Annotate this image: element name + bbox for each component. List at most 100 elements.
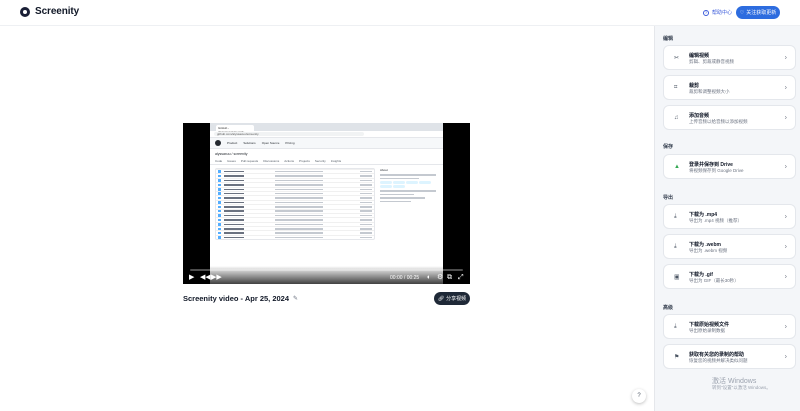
top-bar: Screenity ? 帮助中心 ♡ 关注获取更新 xyxy=(0,0,800,26)
card-title: 添加音频 xyxy=(689,113,710,119)
browser-url: github.com/alyssaxuu/screenity xyxy=(214,132,364,136)
help-center-link[interactable]: ? 帮助中心 xyxy=(703,9,732,16)
gh-tab: Actions xyxy=(284,159,295,163)
text-line xyxy=(275,219,323,221)
logo[interactable]: Screenity xyxy=(20,6,79,17)
follow-button[interactable]: ♡ 关注获取更新 xyxy=(736,6,780,19)
video-frame: GitHub - alyssaxuu/screenity github.com/… xyxy=(210,123,443,284)
card-subtitle: 上传音频以给音频以添加视频 xyxy=(689,119,748,124)
chevron-right-icon: › xyxy=(784,114,787,121)
text-line xyxy=(224,188,244,190)
download-gif-card[interactable]: ▣ 下载为 .gif 导出为 GIF（最长30秒） › xyxy=(663,264,796,289)
text-line xyxy=(224,214,244,217)
recording-help-card[interactable]: ⚑ 获取有关您的录制的帮助 恢复您的视频并解决类似问题 › xyxy=(663,344,796,369)
text-line xyxy=(360,170,372,173)
card-subtitle: 导出原始录制数据 xyxy=(689,328,725,333)
video-title[interactable]: Screenity video - Apr 25, 2024 xyxy=(183,294,289,303)
settings-gear-icon[interactable]: ⚙ xyxy=(437,274,443,281)
text-line xyxy=(275,201,323,204)
save-to-drive-card[interactable]: ▲ 登录并保存到 Drive 将视频保存到 Google Drive › xyxy=(663,154,796,179)
card-subtitle: 恢复您的视频并解决类似问题 xyxy=(689,358,748,363)
download-icon: ⤓ xyxy=(674,323,677,329)
text-line xyxy=(360,214,372,217)
chevron-right-icon: › xyxy=(784,213,787,220)
card-title: 下载为 .webm xyxy=(689,242,721,248)
text-line xyxy=(224,219,244,221)
music-icon: ♫ xyxy=(674,114,679,121)
screenity-logo-icon xyxy=(20,6,30,17)
github-file-list xyxy=(215,168,375,241)
text-line xyxy=(224,206,244,208)
help-button[interactable]: ? xyxy=(632,389,646,403)
text-line xyxy=(224,236,244,239)
text-line xyxy=(360,236,372,239)
edit-video-card[interactable]: ✂ 编辑视频 剪辑、剪裁或静音视频 › xyxy=(663,45,796,70)
help-circle-icon: ? xyxy=(703,9,709,16)
chevron-right-icon: › xyxy=(784,323,787,330)
question-icon: ? xyxy=(637,393,641,399)
text-line xyxy=(275,170,323,173)
folder-icon xyxy=(218,188,221,191)
forward-icon[interactable]: ▶▶ xyxy=(211,274,222,281)
folder-icon xyxy=(218,196,221,200)
card-title: 下载为 .gif xyxy=(689,272,713,278)
gh-nav-solutions: Solutions xyxy=(243,141,256,145)
text-line xyxy=(360,228,372,230)
time-total: 00:25 xyxy=(406,275,420,281)
download-raw-card[interactable]: ⤓ 下载原始视频文件 导出原始录制数据 › xyxy=(663,314,796,339)
text-line xyxy=(380,177,420,179)
text-line xyxy=(360,179,372,182)
add-audio-card[interactable]: ♫ 添加音频 上传音频以给音频以添加视频 › xyxy=(663,105,796,130)
gh-nav-pricing: Pricing xyxy=(285,141,295,145)
pencil-icon[interactable]: ✎ xyxy=(293,295,298,302)
gh-tab: Pull requests xyxy=(240,159,259,163)
volume-icon[interactable]: ◖ xyxy=(426,274,430,281)
text-line xyxy=(224,175,244,177)
text-line xyxy=(380,197,425,199)
text-line xyxy=(224,201,244,204)
text-line xyxy=(275,179,323,182)
chevron-right-icon: › xyxy=(784,163,787,170)
text-line xyxy=(224,223,244,226)
video-controls: ▶ ◀◀ ▶▶ 00:00 / 00:25 ◖ ⚙ ⧉ ⤢ xyxy=(183,266,470,284)
video-progress-bar[interactable] xyxy=(190,269,463,271)
text-line xyxy=(275,236,323,239)
link-icon: 🔗︎ xyxy=(437,295,445,302)
video-player[interactable]: GitHub - alyssaxuu/screenity github.com/… xyxy=(183,123,470,284)
text-line xyxy=(360,206,372,208)
text-line xyxy=(360,219,372,221)
picture-in-picture-icon[interactable]: ⧉ xyxy=(447,274,452,281)
section-title-save: 保存 xyxy=(663,144,674,150)
download-mp4-card[interactable]: ⤓ 下载为 .mp4 导出为 .mp4 视频（推荐） › xyxy=(663,204,796,229)
play-icon[interactable]: ▶ xyxy=(189,274,194,281)
folder-icon xyxy=(218,179,221,182)
rewind-icon[interactable]: ◀◀ xyxy=(200,274,211,281)
folder-icon xyxy=(218,218,221,222)
text-line xyxy=(224,179,244,182)
share-video-button[interactable]: 🔗︎ 分享视频 xyxy=(434,292,470,305)
gh-tab: Projects xyxy=(299,159,310,163)
github-about-title: About xyxy=(380,168,388,172)
topic-tag xyxy=(419,181,431,184)
folder-icon xyxy=(218,209,221,213)
help-center-label: 帮助中心 xyxy=(712,10,733,16)
card-title: 下载原始视频文件 xyxy=(689,322,730,328)
chevron-right-icon: › xyxy=(784,84,787,91)
folder-icon xyxy=(218,236,221,239)
card-subtitle: 剪辑、剪裁或静音视频 xyxy=(689,59,734,64)
text-line xyxy=(224,192,244,195)
gh-tab: Insights xyxy=(330,159,342,163)
text-line xyxy=(360,201,372,204)
crop-card[interactable]: ⌗ 裁剪 裁剪和调整视频大小 › xyxy=(663,75,796,100)
text-line xyxy=(275,197,323,199)
fullscreen-icon[interactable]: ⤢ xyxy=(458,274,464,281)
folder-icon xyxy=(218,183,221,187)
browser-tab: GitHub - alyssaxuu/screenity xyxy=(216,125,254,134)
follow-button-label: 关注获取更新 xyxy=(746,10,777,16)
text-line xyxy=(275,192,323,195)
download-webm-card[interactable]: ⤓ 下载为 .webm 导出为 .webm 视频 › xyxy=(663,234,796,259)
text-line xyxy=(275,214,323,217)
text-line xyxy=(275,184,323,186)
card-subtitle: 导出为 .mp4 视频（推荐） xyxy=(689,218,743,223)
text-line xyxy=(360,197,372,199)
